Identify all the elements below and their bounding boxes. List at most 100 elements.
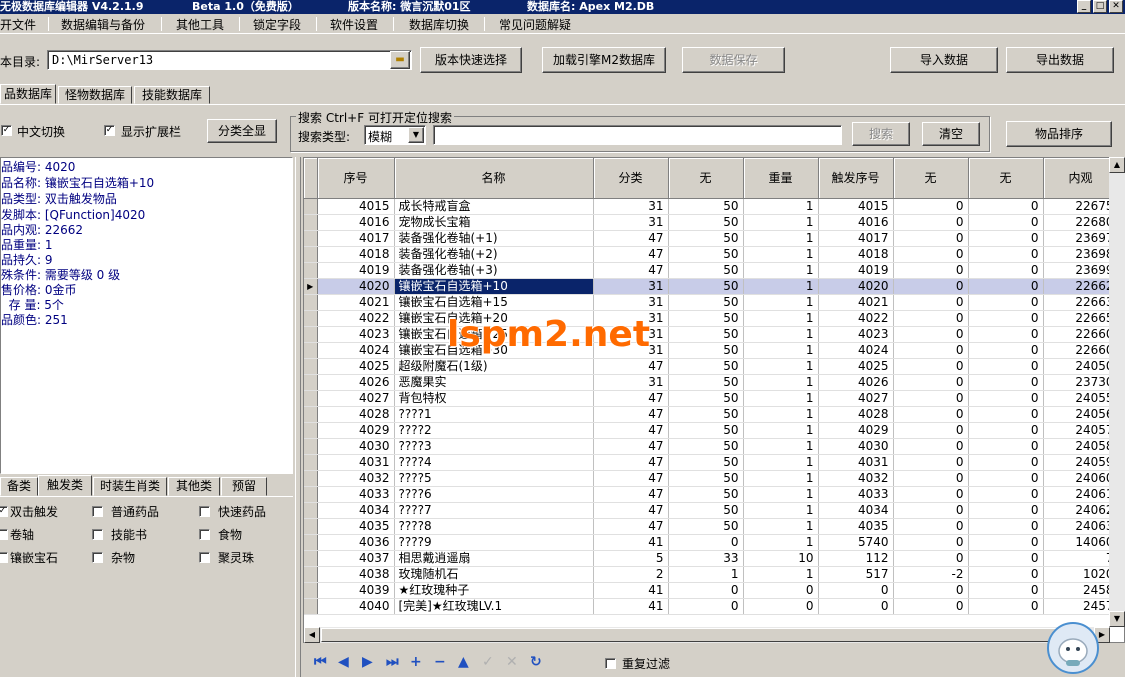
table-cell[interactable]: 14060 [1043,534,1119,551]
item-grid[interactable]: 序号 名称 分类 无 重量 触发序号 无 无 内观 4015 成长特戒盲盒 31 50… [303,157,1125,643]
table-row[interactable]: 4026 恶魔果实 31 50 1 4026 0 0 23730 [304,374,1119,391]
table-cell[interactable]: 2458 [1043,582,1119,599]
table-row[interactable]: 4031 ????4 47 50 1 4031 0 0 24059 [304,454,1119,471]
table-cell[interactable]: 0 [743,582,819,599]
table-cell[interactable]: 1020 [1043,566,1119,583]
table-row[interactable]: 4038 玫瑰随机石 2 1 1 517 -2 0 1020 [304,566,1119,583]
table-cell[interactable]: 1 [743,246,819,263]
tab-monster-db[interactable]: 怪物数据库 [58,86,132,104]
table-cell[interactable]: 47 [593,246,669,263]
gem-checkbox[interactable] [0,552,8,563]
col-header[interactable]: 分类 [593,158,669,199]
cn-switch-checkbox[interactable]: ✓ [1,125,12,136]
table-cell[interactable]: 0 [893,406,969,423]
vertical-scrollbar[interactable]: ▲ ▼ [1109,157,1125,627]
table-cell[interactable]: 1 [743,374,819,391]
table-cell[interactable]: 24063 [1043,518,1119,535]
table-cell[interactable]: 47 [593,358,669,375]
cancel-record-icon[interactable]: ✕ [506,654,518,670]
table-cell[interactable]: 0 [893,326,969,343]
table-cell[interactable]: 0 [893,278,969,295]
table-cell[interactable]: 50 [668,358,744,375]
table-cell[interactable]: 镶嵌宝石自选箱+15 [394,294,594,311]
table-cell[interactable]: 0 [893,502,969,519]
table-cell[interactable]: 50 [668,502,744,519]
table-cell[interactable]: 22660 [1043,326,1119,343]
refresh-icon[interactable]: ↻ [530,654,542,670]
table-row[interactable]: 4033 ????6 47 50 1 4033 0 0 24061 [304,486,1119,503]
import-data-button[interactable]: 导入数据 [890,47,998,73]
table-cell[interactable]: 50 [668,214,744,231]
table-cell[interactable]: 47 [593,422,669,439]
table-cell[interactable]: 背包特权 [394,390,594,407]
table-row[interactable]: 4021 镶嵌宝石自选箱+15 31 50 1 4021 0 0 22663 [304,294,1119,311]
table-cell[interactable]: 0 [893,262,969,279]
table-cell[interactable]: 5740 [818,534,894,551]
table-cell[interactable]: 4025 [317,358,395,375]
table-cell[interactable]: 玫瑰随机石 [394,566,594,583]
table-cell[interactable]: 0 [968,278,1044,295]
table-cell[interactable]: 4021 [818,294,894,311]
table-cell[interactable]: 0 [818,598,894,615]
show-all-categories-button[interactable]: 分类全显 [207,119,277,143]
table-cell[interactable]: 4032 [818,470,894,487]
table-cell[interactable]: 宠物成长宝箱 [394,214,594,231]
panel-splitter[interactable] [295,157,301,677]
table-cell[interactable]: 4032 [317,470,395,487]
table-cell[interactable]: 0 [668,598,744,615]
table-cell[interactable]: 50 [668,230,744,247]
table-cell[interactable]: 31 [593,198,669,215]
table-cell[interactable]: 0 [968,310,1044,327]
table-cell[interactable]: 4038 [317,566,395,583]
table-cell[interactable]: ????6 [394,486,594,503]
table-cell[interactable]: 47 [593,486,669,503]
table-cell[interactable]: 0 [968,294,1044,311]
table-cell[interactable]: 0 [893,230,969,247]
menu-open-file[interactable]: 开文件 [0,16,36,33]
table-cell[interactable]: 相思戴逍遥扇 [394,550,594,567]
table-row[interactable]: 4022 镶嵌宝石自选箱+20 31 50 1 4022 0 0 22665 [304,310,1119,327]
menu-data-edit-backup[interactable]: 数据编辑与备份 [61,16,145,33]
table-cell[interactable]: 0 [893,422,969,439]
table-cell[interactable]: 41 [593,598,669,615]
table-cell[interactable]: 0 [668,582,744,599]
table-cell[interactable]: 24057 [1043,422,1119,439]
table-cell[interactable]: 0 [818,582,894,599]
table-cell[interactable]: 1 [743,486,819,503]
post-record-icon[interactable]: ✓ [482,654,494,670]
table-cell[interactable]: 47 [593,230,669,247]
table-cell[interactable]: 4018 [818,246,894,263]
table-cell[interactable]: 4029 [818,422,894,439]
table-cell[interactable]: 31 [593,278,669,295]
table-cell[interactable]: 4039 [317,582,395,599]
table-cell[interactable]: 10 [743,550,819,567]
table-cell[interactable]: 50 [668,310,744,327]
table-cell[interactable]: 0 [968,406,1044,423]
table-cell[interactable]: 0 [893,214,969,231]
table-cell[interactable]: 517 [818,566,894,583]
table-cell[interactable]: 装备强化卷轴(+3) [394,262,594,279]
table-cell[interactable]: 4040 [317,598,395,615]
table-cell[interactable]: 0 [968,534,1044,551]
food-checkbox[interactable] [199,529,210,540]
table-row[interactable]: 4035 ????8 47 50 1 4035 0 0 24063 [304,518,1119,535]
table-cell[interactable]: 4031 [818,454,894,471]
table-cell[interactable]: 50 [668,518,744,535]
table-cell[interactable]: 成长特戒盲盒 [394,198,594,215]
table-cell[interactable]: 24062 [1043,502,1119,519]
table-cell[interactable]: 4016 [818,214,894,231]
minimize-button[interactable]: _ [1077,0,1091,13]
table-cell[interactable]: 4028 [818,406,894,423]
table-cell[interactable]: 1 [743,422,819,439]
table-cell[interactable]: 4028 [317,406,395,423]
spirit-bead-checkbox[interactable] [199,552,210,563]
table-cell[interactable]: -2 [893,566,969,583]
table-cell[interactable]: 4026 [818,374,894,391]
table-cell[interactable]: 47 [593,406,669,423]
table-cell[interactable]: 31 [593,374,669,391]
table-cell[interactable]: 4015 [818,198,894,215]
table-cell[interactable]: 1 [743,390,819,407]
table-cell[interactable]: 41 [593,582,669,599]
table-cell[interactable]: 4020 [317,278,395,295]
search-type-select[interactable]: 模糊 ▼ [364,125,426,145]
